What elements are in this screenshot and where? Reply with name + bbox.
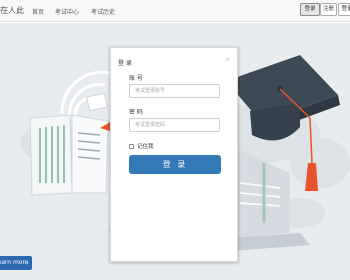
nav-item-exam-center[interactable]: 考试中心 <box>55 7 79 16</box>
login-modal: 登 录 × 账 号 密 码 记住我 登 录 <box>110 47 238 262</box>
brand-title[interactable]: 在人此 <box>0 5 24 16</box>
top-navbar: 在人此 首页 考试中心 考试历史 登录 注册 登录 <box>0 0 350 22</box>
account-input[interactable] <box>129 84 220 98</box>
login-button[interactable]: 登 录 <box>129 155 221 174</box>
password-input[interactable] <box>129 118 220 132</box>
nav-item-exam-history[interactable]: 考试历史 <box>91 7 115 16</box>
signin-nav-button[interactable]: 登录 <box>338 3 350 16</box>
modal-title: 登 录 <box>118 60 132 67</box>
password-label: 密 码 <box>129 109 143 116</box>
account-label: 账 号 <box>129 75 143 82</box>
close-icon[interactable]: × <box>224 55 231 64</box>
book-icon <box>29 114 109 196</box>
login-nav-button[interactable]: 登录 <box>300 3 320 16</box>
remember-me-checkbox[interactable] <box>129 143 134 149</box>
nav-item-home[interactable]: 首页 <box>32 7 44 16</box>
remember-me-option[interactable]: 记住我 <box>129 142 154 150</box>
learn-more-button[interactable]: earn more <box>0 256 32 270</box>
remember-me-label: 记住我 <box>137 144 154 150</box>
register-nav-button[interactable]: 注册 <box>320 3 337 16</box>
